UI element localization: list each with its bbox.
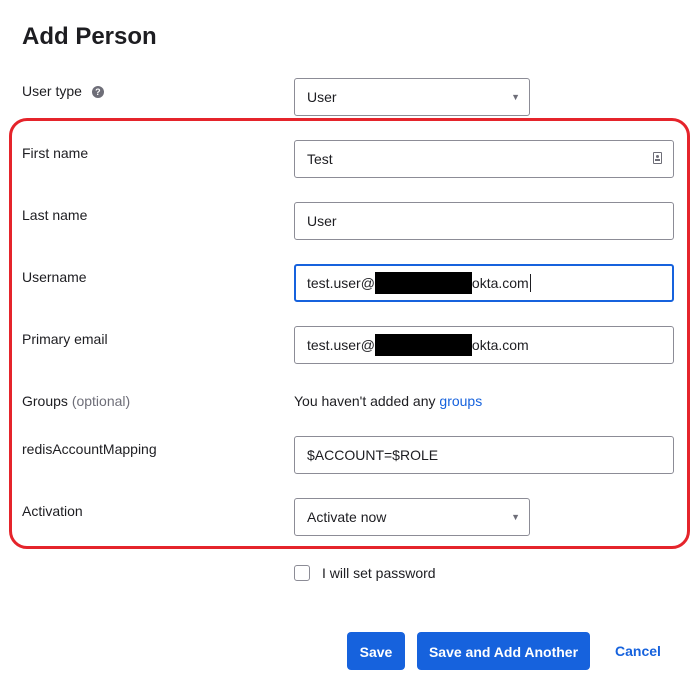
last-name-label: Last name	[22, 207, 88, 223]
text-cursor	[529, 274, 531, 293]
save-button[interactable]: Save	[347, 632, 405, 670]
primary-email-label: Primary email	[22, 331, 108, 347]
save-and-add-another-button[interactable]: Save and Add Another	[417, 632, 590, 670]
user-type-label: User type?	[22, 82, 104, 100]
groups-empty-text: You haven't added any groups	[294, 392, 482, 410]
first-name-input[interactable]: Test	[294, 140, 674, 178]
cancel-link[interactable]: Cancel	[615, 632, 661, 670]
help-icon[interactable]: ?	[91, 86, 104, 98]
redis-mapping-label: redisAccountMapping	[22, 441, 157, 457]
last-name-input[interactable]: User	[294, 202, 674, 240]
groups-label-text: Groups	[22, 393, 68, 409]
activation-value: Activate now	[307, 509, 387, 525]
redis-mapping-input[interactable]: $ACCOUNT=$ROLE	[294, 436, 674, 474]
username-input[interactable]: test.user@ okta.com	[294, 264, 674, 302]
primary-email-input[interactable]: test.user@ okta.com	[294, 326, 674, 364]
groups-label: Groups (optional)	[22, 392, 130, 410]
primary-email-value-suffix: okta.com	[471, 337, 529, 353]
user-type-label-text: User type	[22, 83, 82, 99]
username-value-suffix: okta.com	[471, 275, 529, 291]
first-name-value: Test	[307, 151, 333, 167]
set-password-label[interactable]: I will set password	[322, 564, 436, 582]
page-title: Add Person	[22, 23, 157, 50]
username-label: Username	[22, 269, 87, 285]
primary-email-value-prefix: test.user@	[307, 337, 375, 353]
user-type-select[interactable]: User ▼	[294, 78, 530, 116]
redaction-block	[374, 272, 472, 295]
chevron-down-icon: ▼	[511, 512, 520, 522]
groups-link[interactable]: groups	[439, 393, 482, 409]
redaction-block	[374, 334, 472, 357]
last-name-value: User	[307, 213, 337, 229]
groups-optional-text: (optional)	[71, 393, 131, 409]
set-password-checkbox[interactable]	[294, 565, 310, 581]
user-type-value: User	[307, 89, 337, 105]
activation-select[interactable]: Activate now ▼	[294, 498, 530, 536]
first-name-label: First name	[22, 145, 89, 161]
contact-card-icon[interactable]	[653, 152, 662, 164]
groups-message: You haven't added any	[294, 393, 436, 409]
redis-mapping-value: $ACCOUNT=$ROLE	[307, 447, 439, 463]
chevron-down-icon: ▼	[511, 92, 520, 102]
activation-label: Activation	[22, 503, 83, 519]
username-value-prefix: test.user@	[307, 275, 375, 291]
